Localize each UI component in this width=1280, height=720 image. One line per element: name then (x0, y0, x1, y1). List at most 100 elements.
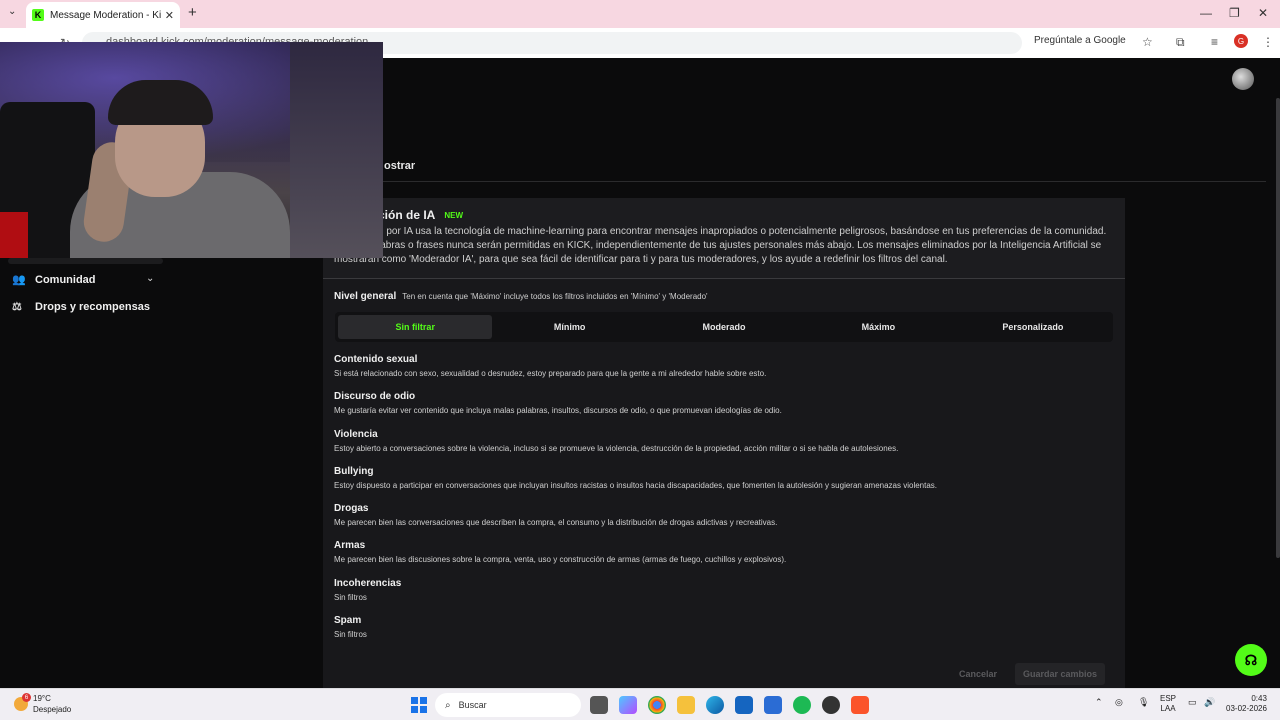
webcam-shelf (290, 42, 383, 258)
level-selector: Sin filtrar Mínimo Moderado Máximo Perso… (335, 312, 1113, 342)
chrome-app-icon[interactable] (648, 696, 666, 714)
weather-sun-icon: 6 (14, 693, 31, 711)
category-desc: Sin filtros (334, 630, 367, 640)
tab-title: Message Moderation - Kick Da (50, 9, 161, 21)
weather-condition: Despejado (33, 705, 72, 714)
tab-mostrar[interactable]: ostrar (384, 160, 415, 172)
community-icon: 👥 (12, 274, 26, 286)
chevron-down-icon[interactable]: ⌄ (146, 273, 154, 284)
windows-taskbar: 6 19°C Despejado ⌕ Buscar ⌃ ◎ 🎙 ESP LAA … (0, 688, 1280, 720)
category-name: Contenido sexual (334, 354, 418, 365)
terminal-app-icon[interactable] (590, 696, 608, 714)
weather-temp: 19°C (33, 694, 51, 703)
edge-app-icon[interactable] (706, 696, 724, 714)
sidebar-item-label: Drops y recompensas (35, 300, 150, 313)
category-name: Violencia (334, 428, 378, 440)
description-line: mostrarán como 'Moderador IA', para que … (334, 254, 948, 265)
category-item: Bullying Estoy dispuesto a participar en… (334, 465, 1114, 502)
taskbar-search[interactable]: ⌕ Buscar (435, 693, 581, 717)
weather-widget[interactable]: 6 19°C Despejado (14, 693, 71, 715)
store-app-icon[interactable] (735, 696, 753, 714)
microphone-icon[interactable]: 🎙 (1138, 697, 1149, 708)
description-line: n por IA usa la tecnología de machine-le… (378, 226, 1107, 237)
close-tab-icon[interactable]: ✕ (165, 9, 174, 22)
volume-icon[interactable]: 🔊 (1204, 697, 1215, 708)
profile-avatar[interactable]: G (1234, 34, 1248, 48)
sidebar-item-drops[interactable]: ⚖ Drops y recompensas (12, 300, 150, 314)
help-chat-button[interactable]: ☊ (1235, 644, 1267, 676)
sidebar-item-comunidad[interactable]: 👥 Comunidad (12, 273, 96, 287)
category-desc: Estoy abierto a conversaciones sobre la … (334, 443, 899, 453)
category-item: Violencia Estoy abierto a conversaciones… (334, 428, 1114, 465)
page-scrollbar[interactable] (1276, 98, 1280, 558)
obs-app-icon[interactable] (822, 696, 840, 714)
category-name: Incoherencias (334, 577, 402, 589)
form-actions: Cancelar Guardar cambios (953, 663, 1106, 685)
copilot-app-icon[interactable] (619, 696, 637, 714)
category-name: Drogas (334, 503, 369, 515)
category-item: Incoherencias Sin filtros (334, 577, 1114, 614)
clock-date: 03-02-2026 (1226, 704, 1267, 713)
general-level-label: Nivel general (334, 291, 397, 302)
save-changes-button[interactable]: Guardar cambios (1015, 663, 1106, 685)
user-avatar[interactable] (1232, 68, 1254, 90)
panel-description: n por IA usa la tecnología de machine-le… (334, 225, 1114, 267)
category-item: Drogas Me parecen bien las conversacione… (334, 502, 1114, 539)
level-personalizado[interactable]: Personalizado (956, 315, 1110, 339)
new-tab-icon[interactable]: + (188, 4, 197, 21)
close-window-icon[interactable]: ✕ (1258, 6, 1268, 20)
webcam-overlay (0, 42, 383, 258)
language-indicator[interactable]: ESP LAA (1160, 694, 1176, 714)
tray-chevron-icon[interactable]: ⌃ (1095, 697, 1103, 708)
sidebar-item-label: Comunidad (35, 273, 96, 286)
panel-title-text: ción de IA (378, 208, 436, 222)
mail-app-icon[interactable] (764, 696, 782, 714)
language-code: ESP (1160, 694, 1177, 703)
category-desc: Me parecen bien las discusiones sobre la… (334, 555, 787, 565)
extensions-icon[interactable]: ⧉ (1176, 35, 1185, 50)
panel-title: ción de IA NEW (378, 208, 463, 222)
divider (323, 278, 1125, 279)
ask-google-button[interactable]: Pregúntale a Google (1034, 35, 1126, 46)
category-item: Armas Me parecen bien las discusiones so… (334, 539, 1114, 576)
panel-header: ción de IA NEW n por IA usa la tecnologí… (323, 198, 1125, 278)
level-sin-filtrar[interactable]: Sin filtrar (338, 315, 493, 339)
tab-divider (382, 181, 1266, 182)
spotify-app-icon[interactable] (793, 696, 811, 714)
restore-icon[interactable]: ❐ (1229, 6, 1240, 20)
media-icon[interactable]: ≡ (1211, 35, 1218, 49)
webcam-person-hair (108, 80, 213, 125)
browser-tabstrip: ⌄ K Message Moderation - Kick Da ✕ + — ❐… (0, 0, 1280, 28)
menu-icon[interactable]: ⋮ (1262, 35, 1274, 49)
category-desc: Estoy dispuesto a participar en conversa… (334, 480, 938, 490)
category-item: Spam Sin filtros (334, 614, 1114, 651)
network-icon[interactable]: ▭ (1188, 697, 1197, 708)
new-badge: NEW (444, 210, 464, 220)
category-name: Armas (334, 540, 366, 552)
cancel-button[interactable]: Cancelar (953, 664, 1003, 684)
tray-app-icon[interactable]: ◎ (1115, 697, 1123, 708)
tab-search-icon[interactable]: ⌄ (8, 6, 16, 17)
search-placeholder: Buscar (458, 700, 487, 710)
minimize-icon[interactable]: — (1200, 6, 1212, 20)
ai-moderation-panel: ción de IA NEW n por IA usa la tecnologí… (323, 198, 1125, 688)
bookmark-star-icon[interactable]: ☆ (1142, 35, 1153, 49)
level-minimo[interactable]: Mínimo (492, 315, 646, 339)
browser-tab[interactable]: K Message Moderation - Kick Da ✕ (26, 2, 180, 28)
file-explorer-icon[interactable] (677, 696, 695, 714)
drops-icon: ⚖ (12, 301, 22, 313)
description-line: labras o frases nunca serán permitidas e… (378, 240, 1102, 251)
category-name: Discurso de odio (334, 391, 416, 403)
kick-favicon-icon: K (32, 9, 44, 21)
level-moderado[interactable]: Moderado (647, 315, 801, 339)
weather-badge: 6 (22, 693, 31, 702)
general-level-row: Nivel general Ten en cuenta que 'Máximo'… (334, 291, 708, 302)
category-desc: Si está relacionado con sexo, sexualidad… (334, 369, 767, 378)
brave-app-icon[interactable] (851, 696, 869, 714)
level-maximo[interactable]: Máximo (801, 315, 955, 339)
headset-icon: ☊ (1244, 651, 1258, 668)
start-button[interactable] (411, 697, 427, 713)
clock[interactable]: 0:43 03-02-2026 (1226, 694, 1267, 714)
category-desc: Me gustaría evitar ver contenido que inc… (334, 406, 782, 416)
category-list: Contenido sexual Si está relacionado con… (334, 353, 1114, 651)
